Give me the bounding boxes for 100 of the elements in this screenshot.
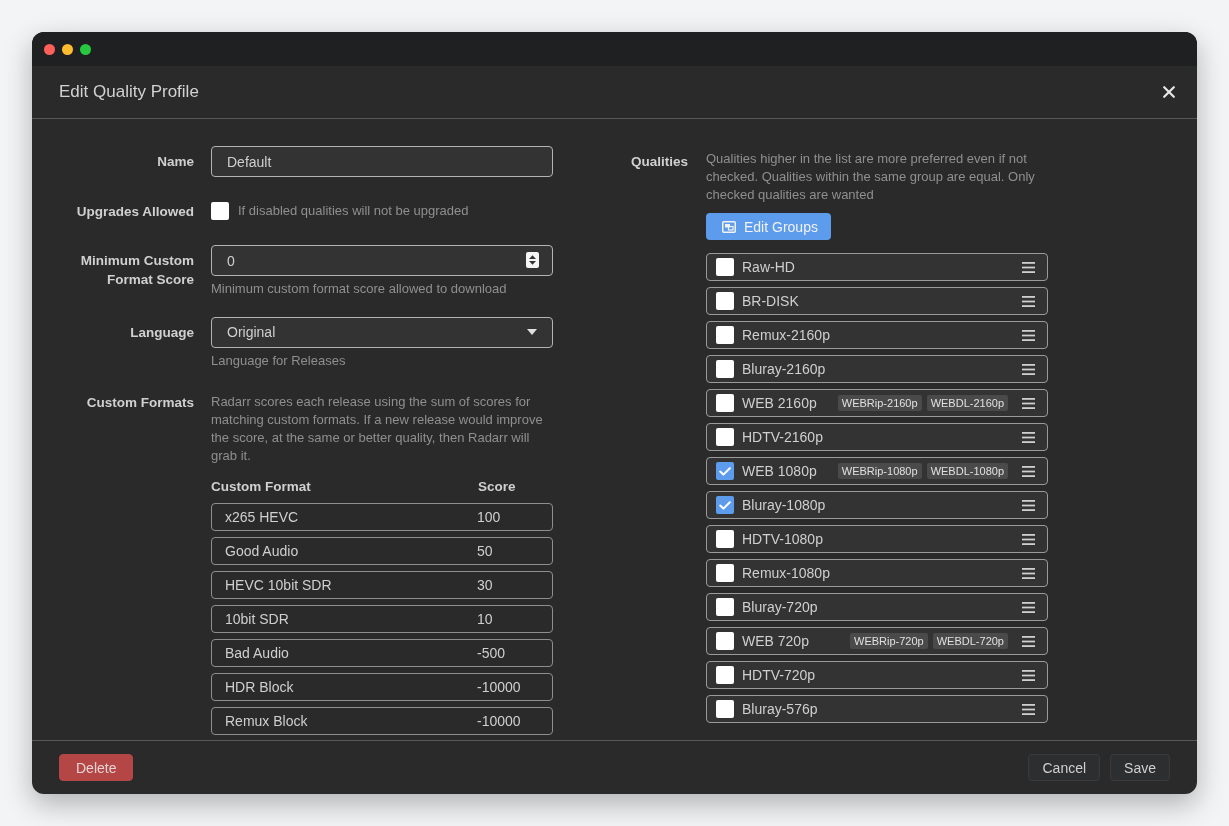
save-button[interactable]: Save (1110, 754, 1170, 781)
quality-tag: WEBDL-720p (932, 633, 1008, 649)
quality-tag: WEBRip-2160p (837, 395, 922, 411)
checkbox[interactable] (716, 394, 734, 412)
quality-item[interactable]: WEB 720p WEBRip-720p WEBDL-720p (706, 627, 1048, 655)
caret-down-icon (527, 329, 537, 335)
window-minimize-icon[interactable] (62, 43, 73, 55)
hamburger-icon[interactable] (1022, 533, 1035, 545)
quality-name: WEB 1080p (742, 463, 817, 479)
quality-item[interactable]: HDTV-720p (706, 661, 1048, 689)
quality-item[interactable]: Bluray-576p (706, 695, 1048, 723)
field-label: Upgrades Allowed (75, 202, 194, 221)
help-text: Qualities higher in the list are more preferred even if not checked. Qualities within the same group are equal. Only checked qualities are wanted (706, 150, 1036, 204)
quality-item[interactable]: Bluray-2160p (706, 355, 1048, 383)
checkbox[interactable] (716, 360, 734, 378)
checkbox[interactable] (716, 428, 734, 446)
quality-tag: WEBRip-1080p (837, 463, 922, 479)
format-name: Good Audio (225, 542, 300, 559)
quality-item[interactable]: Remux-1080p (706, 559, 1048, 587)
quality-item[interactable]: Bluray-1080p (706, 491, 1048, 519)
language-dropdown[interactable]: Original (211, 316, 553, 348)
format-score: -10000 (477, 712, 522, 729)
quality-item[interactable]: Bluray-720p (706, 593, 1048, 621)
format-name: Remux Block (225, 712, 309, 729)
hamburger-icon[interactable] (1022, 601, 1035, 613)
quality-tag: WEBDL-2160p (926, 395, 1008, 411)
quality-name: HDTV-2160p (742, 429, 823, 445)
quality-item[interactable]: HDTV-1080p (706, 525, 1048, 553)
format-name: HEVC 10bit SDR (225, 576, 333, 593)
checkbox[interactable] (716, 632, 734, 650)
checkbox[interactable] (716, 700, 734, 718)
hamburger-icon[interactable] (1022, 329, 1035, 341)
dialog-title: Edit Quality Profile (59, 82, 199, 102)
quality-item[interactable]: BR-DISK (706, 287, 1048, 315)
column-header: Score (478, 477, 517, 496)
quality-name: Remux-1080p (742, 565, 830, 581)
help-text: If disabled qualities will not be upgraded (238, 202, 469, 220)
hamburger-icon[interactable] (1022, 295, 1035, 307)
format-name: x265 HEVC (225, 508, 300, 525)
format-name: Bad Audio (225, 644, 290, 661)
quality-name: Bluray-1080p (742, 497, 826, 513)
format-score: 30 (477, 576, 494, 593)
field-label: Name (156, 153, 194, 171)
format-score: 10 (477, 610, 494, 627)
column-header: Custom Format (211, 477, 312, 496)
up-down-arrows-icon[interactable] (526, 252, 539, 268)
hamburger-icon[interactable] (1022, 567, 1035, 579)
close-icon[interactable] (1163, 86, 1175, 98)
hamburger-icon[interactable] (1022, 499, 1035, 511)
hamburger-icon[interactable] (1022, 669, 1035, 681)
quality-item[interactable]: WEB 2160p WEBRip-2160p WEBDL-2160p (706, 389, 1048, 417)
format-score: 50 (477, 542, 494, 559)
hamburger-icon[interactable] (1022, 261, 1035, 273)
quality-tag: WEBDL-1080p (926, 463, 1008, 479)
delete-button[interactable]: Delete (59, 754, 134, 781)
quality-name: HDTV-1080p (742, 531, 823, 547)
check-icon (719, 466, 731, 476)
quality-name: WEB 2160p (742, 395, 817, 411)
quality-item[interactable]: HDTV-2160p (706, 423, 1048, 451)
checkbox[interactable] (716, 462, 734, 480)
help-text: Radarr scores each release using the sum of scores for matching custom formats. If a new release would improve the score, at the same or better quality, then Radarr will grab it. (211, 392, 544, 465)
checkbox[interactable] (716, 258, 734, 276)
quality-name: HDTV-720p (742, 667, 816, 683)
window-close-icon[interactable] (44, 43, 55, 55)
name-field[interactable]: Default (211, 146, 553, 177)
checkbox[interactable] (716, 530, 734, 548)
field-label: Language (129, 323, 194, 342)
window-zoom-icon[interactable] (80, 43, 91, 55)
format-score: -10000 (477, 678, 522, 695)
field-label: Custom Formats (85, 393, 194, 412)
quality-tag: WEBRip-720p (850, 633, 928, 649)
quality-item[interactable]: Raw-HD (706, 253, 1048, 281)
format-score: -500 (477, 644, 507, 661)
hamburger-icon[interactable] (1022, 703, 1035, 715)
hamburger-icon[interactable] (1022, 397, 1035, 409)
help-text: Language for Releases (211, 351, 347, 370)
checkbox[interactable] (211, 202, 229, 220)
hamburger-icon[interactable] (1022, 465, 1035, 477)
checkbox[interactable] (716, 326, 734, 344)
check-icon (719, 500, 731, 510)
quality-name: Remux-2160p (742, 327, 830, 343)
quality-item[interactable]: WEB 1080p WEBRip-1080p WEBDL-1080p (706, 457, 1048, 485)
hamburger-icon[interactable] (1022, 431, 1035, 443)
quality-item[interactable]: Remux-2160p (706, 321, 1048, 349)
grouped-squares-icon (722, 220, 736, 233)
help-text: Minimum custom format score allowed to download (211, 280, 508, 298)
hamburger-icon[interactable] (1022, 363, 1035, 375)
quality-name: WEB 720p (742, 633, 809, 649)
format-score: 100 (477, 508, 502, 525)
checkbox[interactable] (716, 598, 734, 616)
number-field[interactable]: 0 (211, 245, 553, 276)
field-label: Minimum Custom Format Score (79, 252, 194, 289)
checkbox[interactable] (716, 496, 734, 514)
format-name: HDR Block (225, 678, 295, 695)
checkbox[interactable] (716, 666, 734, 684)
quality-name: Bluray-576p (742, 701, 818, 717)
hamburger-icon[interactable] (1022, 635, 1035, 647)
checkbox[interactable] (716, 292, 734, 310)
cancel-button[interactable]: Cancel (1028, 754, 1101, 781)
checkbox[interactable] (716, 564, 734, 582)
